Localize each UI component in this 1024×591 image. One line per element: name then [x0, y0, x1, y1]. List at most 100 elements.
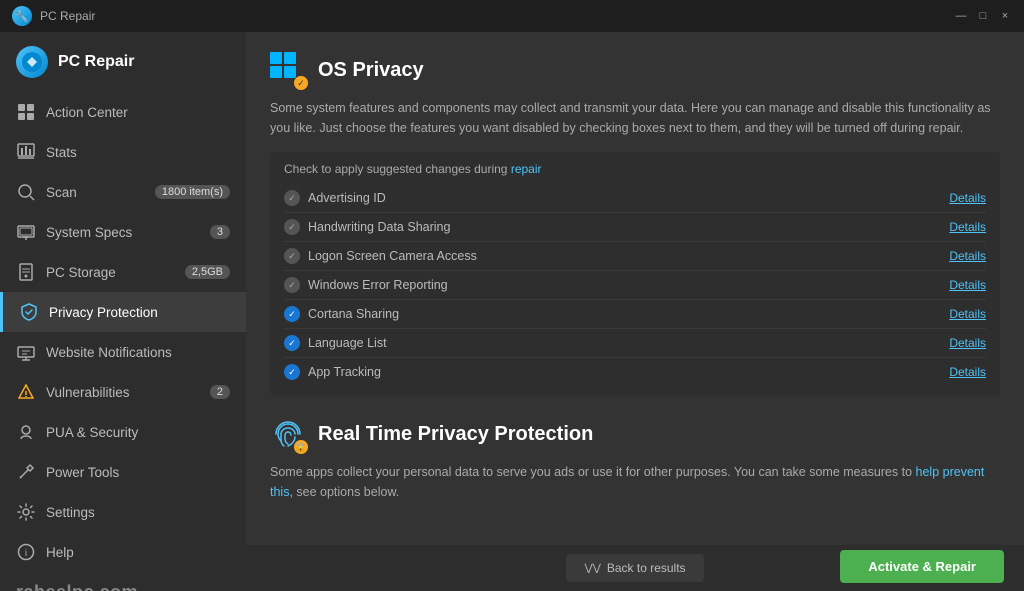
privacy-row-advertising-id[interactable]: ✓ Advertising ID Details [284, 184, 986, 213]
back-to-results-button[interactable]: ⋁⋁ Back to results [566, 554, 703, 582]
scan-badge: 1800 item(s) [155, 185, 230, 199]
privacy-row-error-reporting[interactable]: ✓ Windows Error Reporting Details [284, 271, 986, 300]
activate-repair-label: Activate & Repair [868, 559, 976, 574]
titlebar: 🔧 PC Repair — □ × [0, 0, 1024, 32]
cortana-details[interactable]: Details [949, 307, 986, 321]
vulnerabilities-icon [16, 382, 36, 402]
sidebar-item-label: PUA & Security [46, 425, 138, 440]
power-tools-icon [16, 462, 36, 482]
sidebar-logo: PC Repair [0, 32, 246, 92]
sidebar-item-label: PC Storage [46, 265, 116, 280]
sidebar-item-label: Settings [46, 505, 95, 520]
activate-repair-button[interactable]: Activate & Repair [840, 550, 1004, 583]
back-to-results-label: Back to results [607, 561, 686, 575]
action-center-icon [16, 102, 36, 122]
help-prevent-link[interactable]: help prevent this [270, 465, 984, 499]
pua-security-icon [16, 422, 36, 442]
bottom-bar: ⋁⋁ Back to results Activate & Repair [246, 545, 1024, 591]
realtime-privacy-badge-icon: 🔒 [294, 440, 308, 454]
privacy-table-header: Check to apply suggested changes during … [284, 162, 986, 176]
os-privacy-badge-icon: ✓ [294, 76, 308, 90]
repair-link[interactable]: repair [511, 162, 542, 176]
sidebar-item-label: Vulnerabilities [46, 385, 130, 400]
cortana-label: Cortana Sharing [308, 307, 941, 321]
advertising-id-label: Advertising ID [308, 191, 941, 205]
realtime-privacy-title: Real Time Privacy Protection [318, 423, 593, 446]
watermark: raheelpc.com [0, 572, 246, 591]
sidebar-item-scan[interactable]: Scan 1800 item(s) [0, 172, 246, 212]
cortana-check[interactable]: ✓ [284, 306, 300, 322]
sidebar: PC Repair Action Center [0, 32, 246, 591]
handwriting-details[interactable]: Details [949, 220, 986, 234]
help-icon: i [16, 542, 36, 562]
minimize-button[interactable]: — [954, 9, 968, 23]
privacy-row-cortana[interactable]: ✓ Cortana Sharing Details [284, 300, 986, 329]
sidebar-item-privacy-protection[interactable]: Privacy Protection [0, 292, 246, 332]
os-privacy-title: OS Privacy [318, 59, 424, 82]
privacy-row-language-list[interactable]: ✓ Language List Details [284, 329, 986, 358]
privacy-row-app-tracking[interactable]: ✓ App Tracking Details [284, 358, 986, 386]
stats-icon [16, 142, 36, 162]
sidebar-item-label: Scan [46, 185, 77, 200]
handwriting-label: Handwriting Data Sharing [308, 220, 941, 234]
error-reporting-check[interactable]: ✓ [284, 277, 300, 293]
titlebar-controls[interactable]: — □ × [954, 9, 1012, 23]
pc-storage-badge: 2,5GB [185, 265, 230, 279]
realtime-privacy-icon: 🔒 [270, 416, 306, 452]
logon-camera-label: Logon Screen Camera Access [308, 249, 941, 263]
realtime-privacy-header: 🔒 Real Time Privacy Protection [270, 416, 1000, 452]
privacy-table-scroll[interactable]: ✓ Advertising ID Details ✓ Handwriting D… [284, 184, 986, 386]
close-button[interactable]: × [998, 9, 1012, 23]
app-tracking-label: App Tracking [308, 365, 941, 379]
app-tracking-details[interactable]: Details [949, 365, 986, 379]
handwriting-check[interactable]: ✓ [284, 219, 300, 235]
os-privacy-icon: ✓ [270, 52, 306, 88]
privacy-row-logon-camera[interactable]: ✓ Logon Screen Camera Access Details [284, 242, 986, 271]
sidebar-item-website-notifications[interactable]: Website Notifications [0, 332, 246, 372]
logon-camera-details[interactable]: Details [949, 249, 986, 263]
language-list-check[interactable]: ✓ [284, 335, 300, 351]
advertising-id-check[interactable]: ✓ [284, 190, 300, 206]
privacy-protection-icon [19, 302, 39, 322]
sidebar-item-stats[interactable]: Stats [0, 132, 246, 172]
realtime-privacy-description: Some apps collect your personal data to … [270, 462, 1000, 502]
sidebar-item-pua-security[interactable]: PUA & Security [0, 412, 246, 452]
logon-camera-check[interactable]: ✓ [284, 248, 300, 264]
content-area: ✓ OS Privacy Some system features and co… [246, 32, 1024, 591]
scan-icon [16, 182, 36, 202]
sidebar-item-label: Privacy Protection [49, 305, 158, 320]
sidebar-item-label: Help [46, 545, 74, 560]
sidebar-item-settings[interactable]: Settings [0, 492, 246, 532]
content-inner: ✓ OS Privacy Some system features and co… [246, 32, 1024, 591]
sidebar-item-pc-storage[interactable]: PC Storage 2,5GB [0, 252, 246, 292]
privacy-row-handwriting[interactable]: ✓ Handwriting Data Sharing Details [284, 213, 986, 242]
app-body: PC Repair Action Center [0, 32, 1024, 591]
sidebar-item-vulnerabilities[interactable]: Vulnerabilities 2 [0, 372, 246, 412]
sidebar-item-label: Stats [46, 145, 77, 160]
system-specs-icon [16, 222, 36, 242]
titlebar-title: PC Repair [40, 9, 95, 23]
sidebar-item-label: Action Center [46, 105, 128, 120]
system-specs-badge: 3 [210, 225, 230, 239]
advertising-id-details[interactable]: Details [949, 191, 986, 205]
error-reporting-label: Windows Error Reporting [308, 278, 941, 292]
app-tracking-check[interactable]: ✓ [284, 364, 300, 380]
website-notifications-icon [16, 342, 36, 362]
sidebar-item-action-center[interactable]: Action Center [0, 92, 246, 132]
pc-storage-icon [16, 262, 36, 282]
os-privacy-header: ✓ OS Privacy [270, 52, 1000, 88]
settings-icon [16, 502, 36, 522]
sidebar-item-power-tools[interactable]: Power Tools [0, 452, 246, 492]
titlebar-left: 🔧 PC Repair [12, 6, 95, 26]
error-reporting-details[interactable]: Details [949, 278, 986, 292]
sidebar-item-label: Website Notifications [46, 345, 172, 360]
svg-text:i: i [25, 548, 27, 559]
maximize-button[interactable]: □ [976, 9, 990, 23]
os-privacy-description: Some system features and components may … [270, 98, 1000, 138]
language-list-details[interactable]: Details [949, 336, 986, 350]
sidebar-item-label: Power Tools [46, 465, 119, 480]
privacy-table: Check to apply suggested changes during … [270, 152, 1000, 396]
sidebar-item-help[interactable]: i Help [0, 532, 246, 572]
vulnerabilities-badge: 2 [210, 385, 230, 399]
sidebar-item-system-specs[interactable]: System Specs 3 [0, 212, 246, 252]
